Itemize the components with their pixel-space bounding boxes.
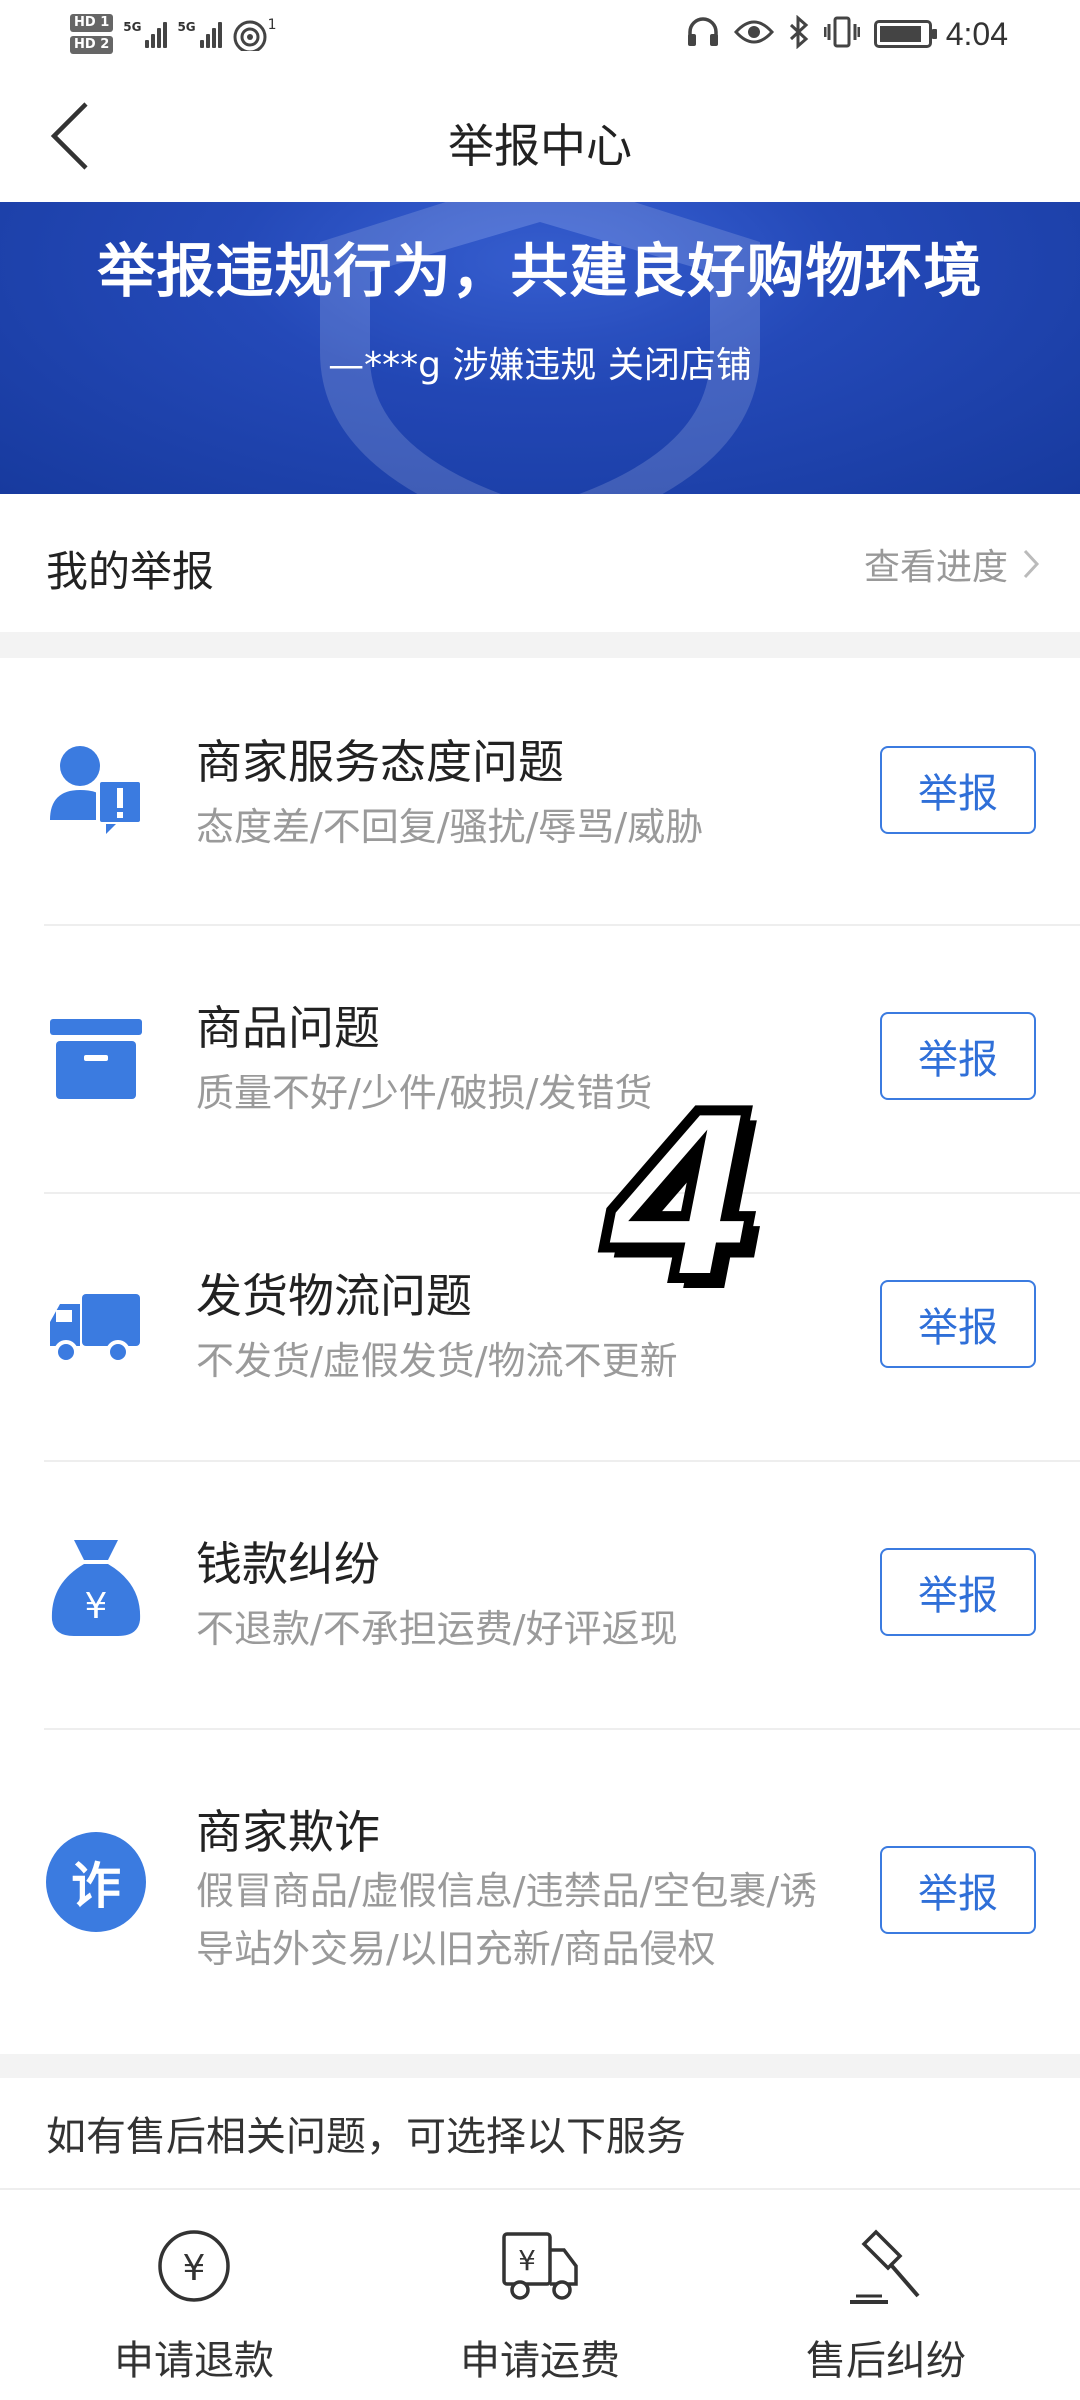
- view-progress-link[interactable]: 查看进度: [864, 538, 1040, 590]
- report-item-title: 商家欺诈: [196, 1805, 380, 1859]
- service-label: 申请运费: [460, 2338, 620, 2384]
- bluetooth-icon: [788, 14, 810, 53]
- report-item-desc: 不退款/不承担运费/好评返现: [196, 1607, 678, 1651]
- after-sale-hint: 如有售后相关问题，可选择以下服务: [46, 2114, 686, 2160]
- list-item: 诈 商家欺诈 假冒商品/虚假信息/违禁品/空包裹/诱导站外交易/以旧充新/商品侵…: [0, 1730, 1080, 2054]
- apply-shipping-fee-button[interactable]: ¥ 申请运费: [390, 2190, 690, 2400]
- list-item: 商家服务态度问题 态度差/不回复/骚扰/辱骂/威胁 举报: [0, 658, 1080, 926]
- fraud-icon: 诈: [44, 1830, 148, 1934]
- status-bar: HD 1 HD 2 5G 5G 1 4:04: [0, 0, 1080, 70]
- report-item-title: 钱款纠纷: [196, 1537, 380, 1591]
- signal-1-label: 5G: [123, 20, 142, 34]
- wifi-badge: 1: [267, 17, 277, 33]
- report-button[interactable]: 举报: [880, 746, 1036, 834]
- headphones-icon: [686, 16, 720, 52]
- report-item-title: 商家服务态度问题: [196, 735, 564, 789]
- signal-2-icon: 5G: [177, 20, 222, 48]
- overlay-number-sticker: 4: [599, 1066, 769, 1333]
- svg-text:¥: ¥: [518, 2244, 536, 2277]
- my-report-row[interactable]: 我的举报 查看进度: [0, 494, 1080, 632]
- report-button[interactable]: 举报: [880, 1280, 1036, 1368]
- status-bar-left: HD 1 HD 2 5G 5G 1: [70, 6, 277, 62]
- report-item-desc: 假冒商品/虚假信息/违禁品/空包裹/诱导站外交易/以旧充新/商品侵权: [196, 1869, 818, 1971]
- page-title: 举报中心: [448, 119, 632, 173]
- hd1-label: HD 1: [70, 14, 114, 32]
- money-bag-icon: ¥: [44, 1536, 148, 1640]
- status-bar-right: 4:04: [686, 10, 1008, 58]
- svg-text:¥: ¥: [85, 1586, 108, 1627]
- banner: 举报违规行为，共建良好购物环境 —***g 涉嫌违规 关闭店铺: [0, 202, 1080, 494]
- service-label: 售后纠纷: [806, 2338, 966, 2384]
- signal-1-icon: 5G: [123, 20, 168, 48]
- gavel-icon: [846, 2226, 926, 2306]
- view-progress-label: 查看进度: [863, 547, 1008, 588]
- chevron-right-icon: [1023, 549, 1040, 579]
- battery-icon: [873, 20, 937, 48]
- eye-icon: [733, 18, 774, 50]
- section-gap: [0, 632, 1080, 658]
- hd-indicator: HD 1 HD 2: [70, 14, 114, 54]
- truck-icon: [44, 1276, 148, 1380]
- list-item: ¥ 钱款纠纷 不退款/不承担运费/好评返现 举报: [0, 1462, 1080, 1730]
- signal-2-label: 5G: [177, 20, 196, 34]
- report-item-title: 商品问题: [196, 1001, 380, 1055]
- report-button[interactable]: 举报: [880, 1012, 1036, 1100]
- report-item-desc: 态度差/不回复/骚扰/辱骂/威胁: [196, 805, 704, 849]
- banner-title: 举报违规行为，共建良好购物环境: [97, 237, 983, 305]
- hd2-label: HD 2: [70, 36, 114, 54]
- box-icon: [44, 1006, 148, 1110]
- list-item: 发货物流问题 不发货/虚假发货/物流不更新 举报: [0, 1194, 1080, 1462]
- banner-subtitle: —***g 涉嫌违规 关闭店铺: [328, 345, 752, 386]
- report-list: 商家服务态度问题 态度差/不回复/骚扰/辱骂/威胁 举报 商品问题 质量不好/少…: [0, 658, 1080, 2054]
- report-item-title: 发货物流问题: [196, 1269, 472, 1323]
- service-label: 申请退款: [114, 2338, 274, 2384]
- list-item: 商品问题 质量不好/少件/破损/发错货 举报: [0, 926, 1080, 1194]
- my-report-label: 我的举报: [46, 547, 215, 596]
- status-time: 4:04: [945, 15, 1008, 52]
- yen-circle-icon: ¥: [154, 2226, 234, 2306]
- svg-text:¥: ¥: [183, 2248, 206, 2289]
- apply-refund-button[interactable]: ¥ 申请退款: [44, 2190, 344, 2400]
- section-gap: [0, 2054, 1080, 2078]
- report-button[interactable]: 举报: [880, 1846, 1036, 1934]
- vibrate-icon: [823, 16, 861, 52]
- report-button[interactable]: 举报: [880, 1548, 1036, 1636]
- after-sale-dispute-button[interactable]: 售后纠纷: [736, 2190, 1036, 2400]
- wifi-icon: 1: [232, 17, 277, 51]
- nav-bar: 举报中心: [0, 70, 1080, 202]
- yen-truck-icon: ¥: [500, 2226, 580, 2306]
- fraud-icon-text: 诈: [71, 1857, 121, 1915]
- after-sale-services: ¥ 申请退款 ¥ 申请运费 售后纠纷: [0, 2190, 1080, 2400]
- report-item-desc: 不发货/虚假发货/物流不更新: [196, 1339, 678, 1383]
- user-alert-icon: [44, 736, 148, 840]
